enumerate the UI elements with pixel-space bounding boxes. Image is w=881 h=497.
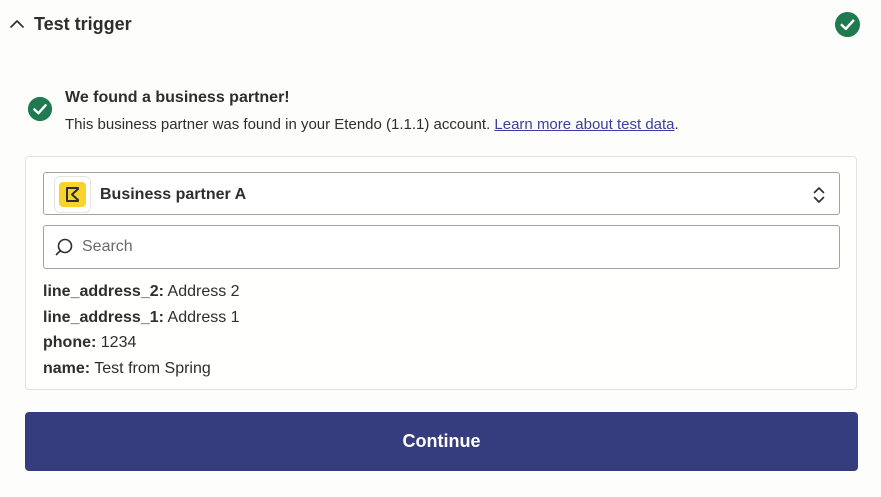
record-card: Business partner A line_address_2: Addre… (25, 156, 857, 390)
field-key: phone: (43, 334, 97, 351)
result-description-suffix: . (674, 116, 679, 133)
result-title: We found a business partner! (65, 89, 290, 106)
field-row: line_address_1: Address 1 (43, 308, 823, 334)
selected-record-label: Business partner A (100, 186, 247, 203)
record-select[interactable]: Business partner A (43, 172, 840, 215)
field-value: Address 1 (167, 308, 240, 326)
field-key: line_address_1: (43, 308, 164, 326)
field-value: Address 2 (167, 283, 240, 300)
continue-button[interactable]: Continue (25, 412, 858, 471)
etendo-logo-icon (59, 182, 86, 207)
check-circle-icon (834, 11, 861, 38)
test-trigger-header[interactable]: Test trigger (0, 0, 881, 50)
chevron-up-down-icon (813, 187, 825, 203)
learn-more-link[interactable]: Learn more about test data (494, 116, 674, 133)
app-icon-frame (54, 176, 91, 213)
result-description: This business partner was found in your … (65, 115, 679, 135)
success-check-icon (27, 96, 53, 122)
field-value: Test from Spring (94, 359, 211, 377)
field-list: line_address_2: Address 2 line_address_1… (43, 282, 823, 384)
field-key: line_address_2: (43, 283, 164, 300)
field-row: line_address_2: Address 2 (43, 282, 823, 308)
field-row: name: Test from Spring (43, 359, 823, 385)
section-title: Test trigger (34, 14, 132, 34)
result-description-text: This business partner was found in your … (65, 116, 495, 133)
field-key: name: (43, 359, 91, 377)
field-value: 1234 (100, 334, 137, 351)
search-box[interactable] (43, 225, 840, 269)
search-input[interactable] (82, 232, 822, 262)
chevron-up-icon[interactable] (9, 16, 25, 32)
search-icon (55, 238, 73, 256)
field-row: phone: 1234 (43, 333, 823, 359)
